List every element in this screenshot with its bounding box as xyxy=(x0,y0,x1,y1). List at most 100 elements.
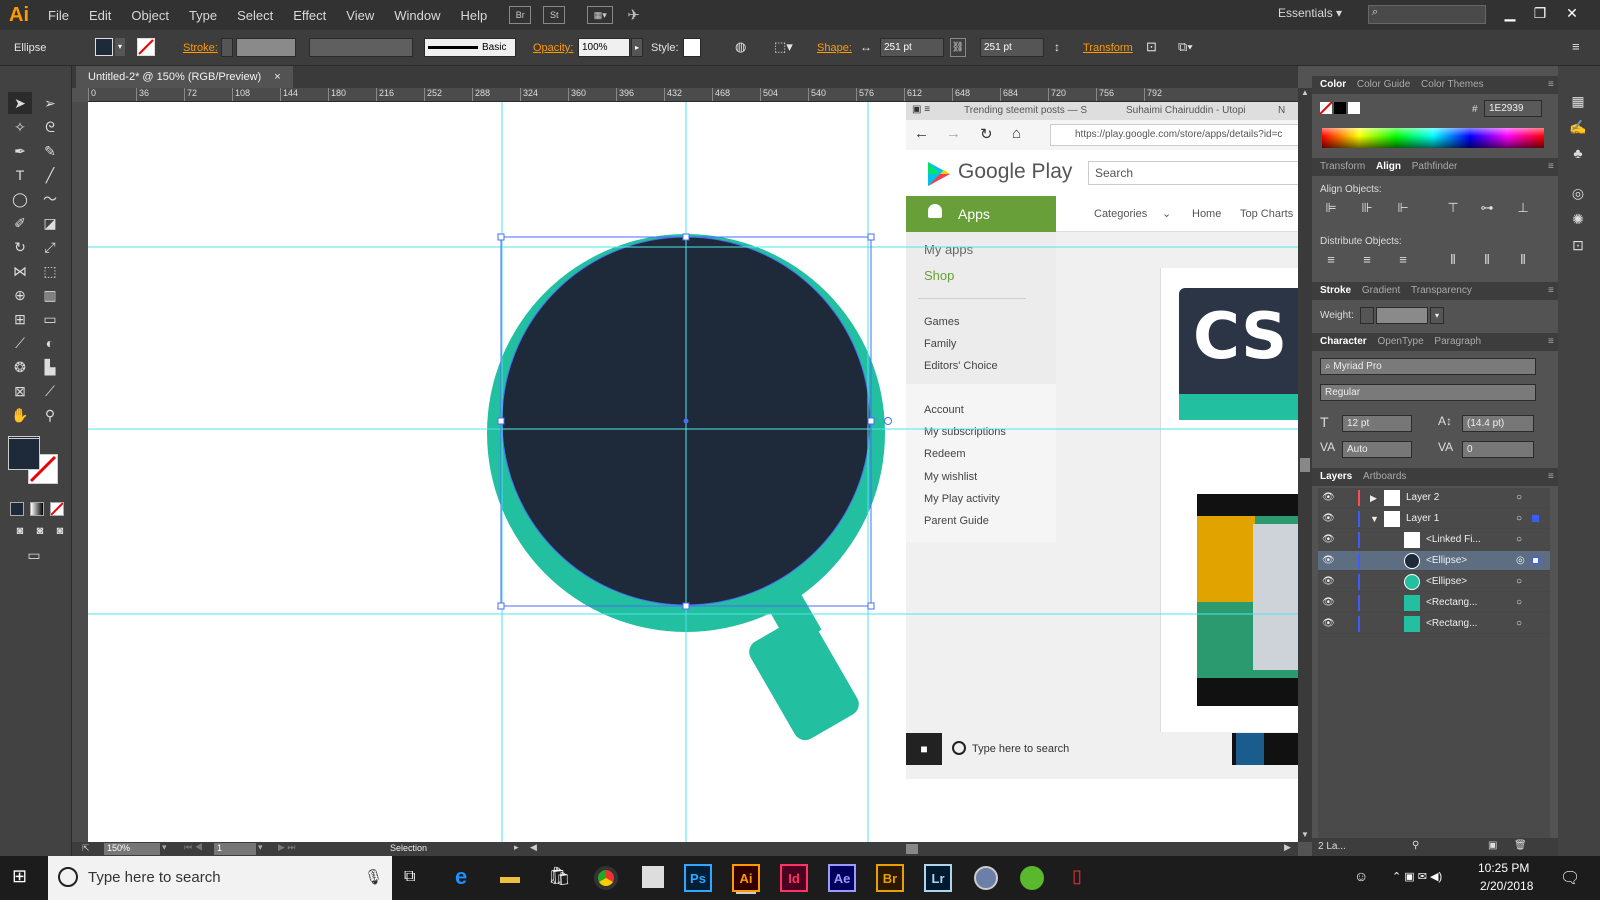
swatches-icon[interactable]: ▦ xyxy=(1566,90,1590,112)
brushes-icon[interactable]: ✍ xyxy=(1566,116,1590,138)
zoom-field[interactable]: 150% xyxy=(104,843,160,855)
opacity-field[interactable]: 100% xyxy=(578,38,630,57)
stroke-weight-field[interactable] xyxy=(236,38,296,57)
transform-link[interactable]: Transform xyxy=(1083,42,1133,54)
selection-tool-icon[interactable]: ➤ xyxy=(8,92,32,114)
arrange-icon[interactable]: ⧉▾ xyxy=(1178,39,1193,55)
task-view-icon[interactable]: ⧉ xyxy=(404,868,415,886)
tab-gradient[interactable]: Gradient xyxy=(1362,285,1400,296)
panel-menu-icon[interactable]: ≡ xyxy=(1548,333,1554,351)
draw-inside-icon[interactable]: ◙ xyxy=(48,520,72,542)
layer-row-selected[interactable]: 👁 <Ellipse> ◎ xyxy=(1318,551,1550,571)
variable-width-field[interactable] xyxy=(309,38,413,57)
close-button[interactable]: ✕ xyxy=(1558,2,1586,26)
prev-artboard-icon[interactable]: ⏮ ◀ xyxy=(184,842,203,853)
clock-time[interactable]: 10:25 PM xyxy=(1478,861,1529,875)
vertical-scrollbar[interactable]: ▲ ▼ xyxy=(1298,88,1312,842)
graphic-style-swatch[interactable] xyxy=(683,38,701,57)
menu-object[interactable]: Object xyxy=(121,8,179,23)
delete-layer-icon[interactable]: 🗑 xyxy=(1514,840,1527,851)
layer-row[interactable]: 👁 ▼ Layer 1 ○ xyxy=(1318,509,1550,529)
layer-row[interactable]: 👁 <Linked Fi... ○ xyxy=(1318,530,1550,550)
eye-icon[interactable]: 👁 xyxy=(1322,509,1335,529)
tab-layers[interactable]: Layers xyxy=(1320,471,1352,482)
edge-icon[interactable]: e xyxy=(455,864,467,890)
chrome-icon[interactable] xyxy=(594,866,618,890)
white-swatch[interactable] xyxy=(1348,102,1360,114)
distribute-left-icon[interactable]: ⦀ xyxy=(1444,252,1462,270)
symbols-icon[interactable]: ♣ xyxy=(1566,142,1590,164)
indesign-icon[interactable]: Id xyxy=(780,864,808,892)
align-vcenter-icon[interactable]: ⊶ xyxy=(1478,200,1496,218)
eyedropper-icon[interactable]: ⟋ xyxy=(8,332,32,354)
bridge-icon[interactable]: Br xyxy=(876,864,904,892)
people-icon[interactable]: ☺ xyxy=(1354,868,1368,884)
free-transform-icon[interactable]: ⬚ xyxy=(38,260,62,282)
help-search-input[interactable]: ⌕ xyxy=(1368,5,1486,24)
none-mode-icon[interactable] xyxy=(50,502,64,516)
layer-row[interactable]: 👁 <Ellipse> ○ xyxy=(1318,572,1550,592)
perspective-grid-icon[interactable]: ▥ xyxy=(38,284,62,306)
panel-menu-icon[interactable]: ≡ xyxy=(1572,39,1580,54)
eye-icon[interactable]: 👁 xyxy=(1322,572,1335,592)
stroke-stepper[interactable] xyxy=(221,38,233,57)
font-family-field[interactable]: ⌕ Myriad Pro xyxy=(1320,358,1536,375)
minimize-button[interactable]: ▁ xyxy=(1496,2,1524,26)
align-left-icon[interactable]: ⊫ xyxy=(1322,200,1340,218)
weight-field[interactable] xyxy=(1376,307,1428,324)
tab-transparency[interactable]: Transparency xyxy=(1411,285,1472,296)
artboard-tool-icon[interactable]: ⊠ xyxy=(8,380,32,402)
chevron-down-icon[interactable]: ▾ xyxy=(1430,307,1444,324)
target-icon[interactable]: ○ xyxy=(1516,572,1522,592)
hand-tool-icon[interactable]: ✋ xyxy=(8,404,32,426)
panel-menu-icon[interactable]: ≡ xyxy=(1548,282,1554,300)
restore-button[interactable]: ❐ xyxy=(1526,2,1554,26)
cc-libraries-icon[interactable]: ◎ xyxy=(1566,182,1590,204)
gradient-mode-icon[interactable] xyxy=(30,502,44,516)
eye-icon[interactable]: 👁 xyxy=(1322,551,1335,571)
scroll-left-icon[interactable]: ◀ xyxy=(530,842,537,853)
leading-field[interactable]: (14.4 pt) xyxy=(1462,415,1534,432)
fill-color-front[interactable] xyxy=(8,438,40,470)
target-icon[interactable]: ○ xyxy=(1516,488,1522,508)
recolor-artwork-icon[interactable]: ◍ xyxy=(735,39,746,55)
ellipse-tool-icon[interactable]: ◯ xyxy=(8,188,32,210)
vertical-scroll-thumb[interactable] xyxy=(1300,458,1310,472)
panel-menu-icon[interactable]: ≡ xyxy=(1548,468,1554,486)
document-tab[interactable]: Untitled-2* @ 150% (RGB/Preview) × xyxy=(76,66,293,88)
artboard-nav-icon[interactable]: ⇱ xyxy=(82,843,90,854)
layer-row[interactable]: 👁 <Rectang... ○ xyxy=(1318,614,1550,634)
align-to-icon[interactable]: ⬚▾ xyxy=(774,39,793,55)
shape-height-field[interactable]: 251 pt xyxy=(980,38,1044,57)
isolate-icon[interactable]: ⊡ xyxy=(1146,39,1157,55)
shape-width-field[interactable]: 251 pt xyxy=(880,38,944,57)
after-effects-icon[interactable]: Ae xyxy=(828,864,856,892)
lasso-icon[interactable]: ᘓ xyxy=(38,116,62,138)
target-icon[interactable]: ○ xyxy=(1516,593,1522,613)
tab-stroke[interactable]: Stroke xyxy=(1320,285,1351,296)
paintbrush-icon[interactable]: 〜 xyxy=(38,188,62,210)
color-mode-icon[interactable] xyxy=(10,502,24,516)
menu-file[interactable]: File xyxy=(38,8,79,23)
chevron-right-icon[interactable]: ▶ xyxy=(1370,488,1377,508)
target-icon[interactable]: ○ xyxy=(1516,530,1522,550)
scale-tool-icon[interactable]: ⤢ xyxy=(38,236,62,258)
menu-edit[interactable]: Edit xyxy=(79,8,121,23)
rotate-tool-icon[interactable]: ↻ xyxy=(8,236,32,258)
distribute-top-icon[interactable]: ≡ xyxy=(1322,252,1340,270)
screen-mode-icon[interactable]: ▭ xyxy=(22,544,46,566)
distribute-vcenter-icon[interactable]: ≡ xyxy=(1358,252,1376,270)
photos-icon[interactable] xyxy=(642,866,664,888)
target-icon[interactable]: ◎ xyxy=(1516,551,1525,571)
artboard-canvas[interactable]: ▣ ≡ Trending steemit posts — S Suhaimi C… xyxy=(88,102,1298,842)
symbol-sprayer-icon[interactable]: ❂ xyxy=(8,356,32,378)
tab-color-guide[interactable]: Color Guide xyxy=(1357,79,1410,90)
chevron-right-icon[interactable]: ▸ xyxy=(631,38,643,57)
eye-icon[interactable]: 👁 xyxy=(1322,530,1335,550)
close-icon[interactable]: × xyxy=(274,71,280,83)
font-size-field[interactable]: 12 pt xyxy=(1342,415,1412,432)
hex-field[interactable]: 1E2939 xyxy=(1484,100,1542,117)
new-layer-icon[interactable]: ▣ xyxy=(1488,840,1497,851)
store-icon[interactable]: 🛍 xyxy=(548,866,571,887)
brush-definition-select[interactable]: Basic xyxy=(424,38,516,57)
